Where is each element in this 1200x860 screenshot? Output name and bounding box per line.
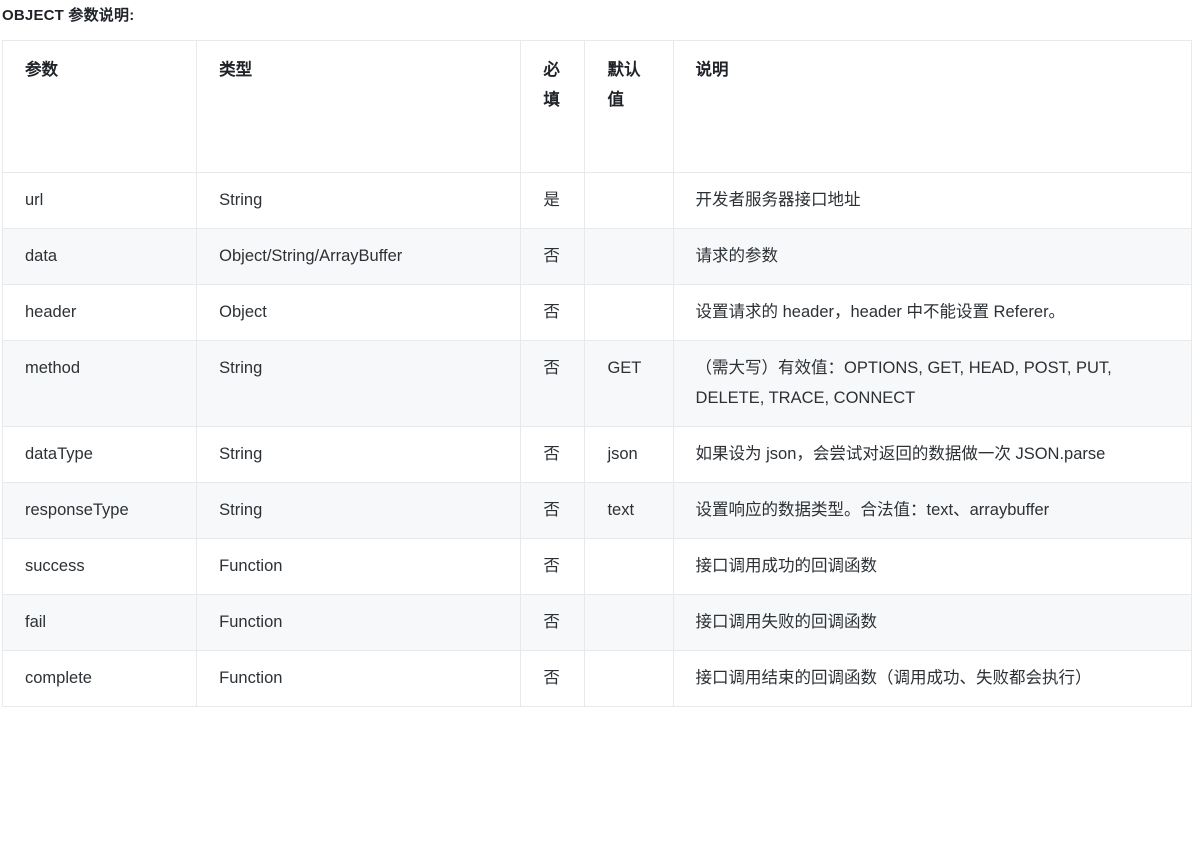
- cell-required: 否: [521, 341, 585, 427]
- cell-required: 否: [521, 539, 585, 595]
- cell-default: [585, 651, 673, 707]
- documentation-page: OBJECT 参数说明: 参数 类型 必填 默认值 说明: [0, 0, 1200, 860]
- cell-param: header: [3, 285, 197, 341]
- table-header: 参数 类型 必填 默认值 说明: [3, 41, 1192, 173]
- table-row: url String 是 开发者服务器接口地址: [3, 173, 1192, 229]
- cell-type: String: [197, 427, 521, 483]
- cell-param: dataType: [3, 427, 197, 483]
- cell-required: 否: [521, 229, 585, 285]
- cell-description: 设置响应的数据类型。合法值：text、arraybuffer: [673, 483, 1191, 539]
- cell-description: （需大写）有效值：OPTIONS, GET, HEAD, POST, PUT, …: [673, 341, 1191, 427]
- cell-description: 接口调用结束的回调函数（调用成功、失败都会执行）: [673, 651, 1191, 707]
- cell-param: url: [3, 173, 197, 229]
- cell-required: 否: [521, 595, 585, 651]
- cell-required: 否: [521, 427, 585, 483]
- cell-description: 接口调用失败的回调函数: [673, 595, 1191, 651]
- cell-param: success: [3, 539, 197, 595]
- table-body: url String 是 开发者服务器接口地址 data Object/Stri…: [3, 173, 1192, 707]
- cell-default: text: [585, 483, 673, 539]
- cell-type: Function: [197, 595, 521, 651]
- cell-default: GET: [585, 341, 673, 427]
- cell-required: 否: [521, 483, 585, 539]
- column-header-required: 必填: [521, 41, 585, 173]
- table-row: data Object/String/ArrayBuffer 否 请求的参数: [3, 229, 1192, 285]
- page-title: OBJECT 参数说明:: [0, 0, 1200, 26]
- cell-default: [585, 229, 673, 285]
- table-row: responseType String 否 text 设置响应的数据类型。合法值…: [3, 483, 1192, 539]
- cell-default: [585, 173, 673, 229]
- cell-type: Object/String/ArrayBuffer: [197, 229, 521, 285]
- cell-description: 开发者服务器接口地址: [673, 173, 1191, 229]
- column-header-param: 参数: [3, 41, 197, 173]
- table-row: method String 否 GET （需大写）有效值：OPTIONS, GE…: [3, 341, 1192, 427]
- cell-type: Object: [197, 285, 521, 341]
- table-header-row: 参数 类型 必填 默认值 说明: [3, 41, 1192, 173]
- cell-param: data: [3, 229, 197, 285]
- cell-description: 设置请求的 header，header 中不能设置 Referer。: [673, 285, 1191, 341]
- table-row: header Object 否 设置请求的 header，header 中不能设…: [3, 285, 1192, 341]
- cell-description: 如果设为 json，会尝试对返回的数据做一次 JSON.parse: [673, 427, 1191, 483]
- cell-default: [585, 285, 673, 341]
- object-parameter-table: 参数 类型 必填 默认值 说明 url String 是 开发者服务器接口地址 …: [2, 40, 1192, 707]
- cell-required: 是: [521, 173, 585, 229]
- cell-default: [585, 539, 673, 595]
- table-row: fail Function 否 接口调用失败的回调函数: [3, 595, 1192, 651]
- cell-description: 接口调用成功的回调函数: [673, 539, 1191, 595]
- parameter-table-container: 参数 类型 必填 默认值 说明 url String 是 开发者服务器接口地址 …: [2, 40, 1192, 707]
- table-row: success Function 否 接口调用成功的回调函数: [3, 539, 1192, 595]
- cell-description: 请求的参数: [673, 229, 1191, 285]
- cell-param: responseType: [3, 483, 197, 539]
- cell-required: 否: [521, 651, 585, 707]
- table-row: complete Function 否 接口调用结束的回调函数（调用成功、失败都…: [3, 651, 1192, 707]
- cell-param: complete: [3, 651, 197, 707]
- column-header-default: 默认值: [585, 41, 673, 173]
- cell-type: String: [197, 341, 521, 427]
- cell-type: String: [197, 173, 521, 229]
- column-header-desc: 说明: [673, 41, 1191, 173]
- cell-default: json: [585, 427, 673, 483]
- cell-param: fail: [3, 595, 197, 651]
- column-header-type: 类型: [197, 41, 521, 173]
- cell-default: [585, 595, 673, 651]
- cell-required: 否: [521, 285, 585, 341]
- cell-param: method: [3, 341, 197, 427]
- table-row: dataType String 否 json 如果设为 json，会尝试对返回的…: [3, 427, 1192, 483]
- cell-type: String: [197, 483, 521, 539]
- cell-type: Function: [197, 539, 521, 595]
- cell-type: Function: [197, 651, 521, 707]
